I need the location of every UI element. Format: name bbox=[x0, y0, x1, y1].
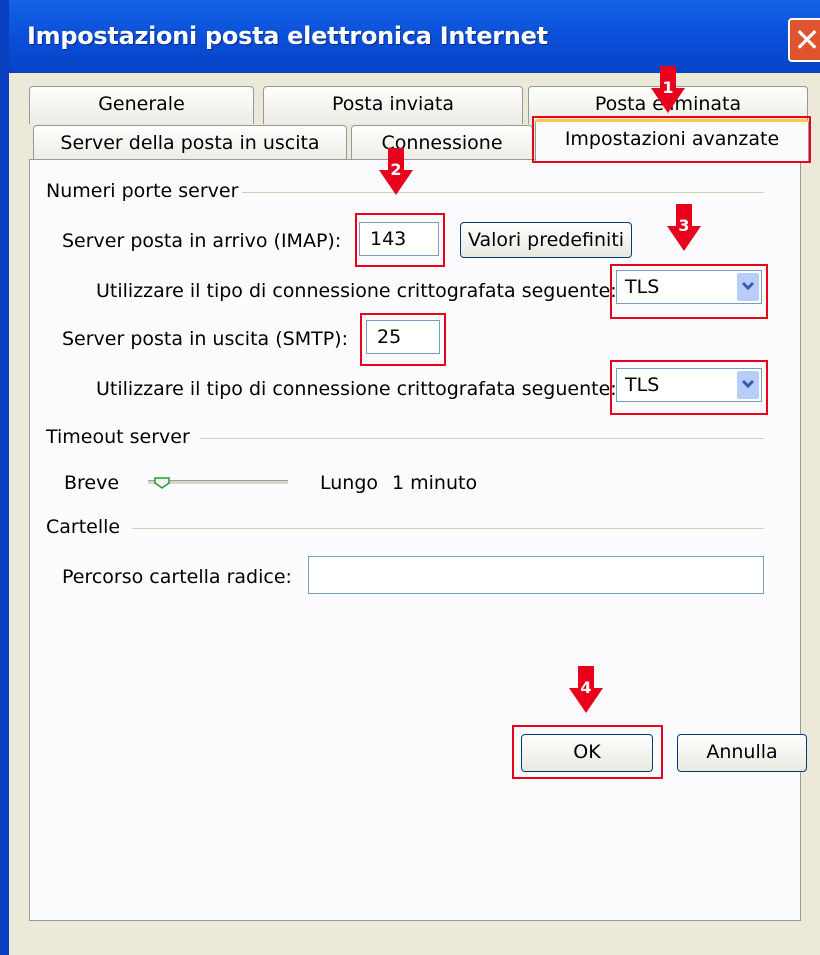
highlight-encryption-smtp bbox=[610, 360, 768, 415]
encryption-label-smtp: Utilizzare il tipo di connessione critto… bbox=[96, 378, 617, 400]
tab-label: Posta inviata bbox=[331, 93, 454, 115]
highlight-ok-button bbox=[512, 725, 663, 779]
root-folder-input[interactable] bbox=[308, 556, 764, 594]
step-2-marker: 2 bbox=[378, 148, 414, 196]
window-title: Impostazioni posta elettronica Internet bbox=[27, 22, 548, 50]
close-button[interactable]: ✕ bbox=[788, 18, 820, 62]
tab-server-posta-uscita[interactable]: Server della posta in uscita bbox=[33, 125, 347, 161]
folders-group-label: Cartelle bbox=[46, 516, 121, 538]
default-values-button-label: Valori predefiniti bbox=[467, 229, 625, 251]
tab-posta-inviata[interactable]: Posta inviata bbox=[263, 86, 523, 124]
smtp-port-label: Server posta in uscita (SMTP): bbox=[62, 328, 348, 350]
root-folder-label: Percorso cartella radice: bbox=[62, 566, 292, 588]
folders-group-divider bbox=[132, 528, 764, 529]
tab-label: Generale bbox=[98, 93, 185, 115]
cancel-button-label: Annulla bbox=[706, 741, 778, 763]
highlight-imap-port bbox=[355, 213, 445, 267]
step-1-number: 1 bbox=[662, 78, 674, 97]
timeout-value: 1 minuto bbox=[392, 472, 478, 494]
tab-label: Impostazioni avanzate bbox=[564, 128, 780, 150]
step-4-number: 4 bbox=[580, 678, 592, 697]
window-left-border bbox=[0, 0, 9, 955]
step-3-number: 3 bbox=[678, 216, 690, 235]
tab-impostazioni-avanzate[interactable]: Impostazioni avanzate bbox=[535, 119, 809, 161]
timeout-group-label: Timeout server bbox=[46, 426, 190, 448]
imap-port-label: Server posta in arrivo (IMAP): bbox=[62, 230, 342, 252]
ports-group-divider bbox=[242, 192, 764, 193]
highlight-smtp-port bbox=[360, 313, 446, 366]
cancel-button[interactable]: Annulla bbox=[677, 734, 807, 772]
step-4-marker: 4 bbox=[568, 666, 604, 714]
tab-generale[interactable]: Generale bbox=[29, 86, 254, 124]
tab-label: Server della posta in uscita bbox=[60, 132, 320, 154]
timeout-long-label: Lungo bbox=[320, 472, 379, 494]
encryption-label-imap: Utilizzare il tipo di connessione critto… bbox=[96, 280, 617, 302]
step-2-number: 2 bbox=[390, 160, 402, 179]
step-3-marker: 3 bbox=[666, 204, 702, 252]
highlight-encryption-imap bbox=[610, 264, 768, 319]
default-values-button[interactable]: Valori predefiniti bbox=[460, 222, 632, 258]
step-1-marker: 1 bbox=[650, 66, 686, 114]
timeout-slider-thumb[interactable] bbox=[154, 474, 170, 489]
timeout-short-label: Breve bbox=[64, 472, 120, 494]
close-icon: ✕ bbox=[793, 21, 820, 59]
ports-group-label: Numeri porte server bbox=[46, 180, 239, 202]
timeout-group-divider bbox=[200, 438, 764, 439]
